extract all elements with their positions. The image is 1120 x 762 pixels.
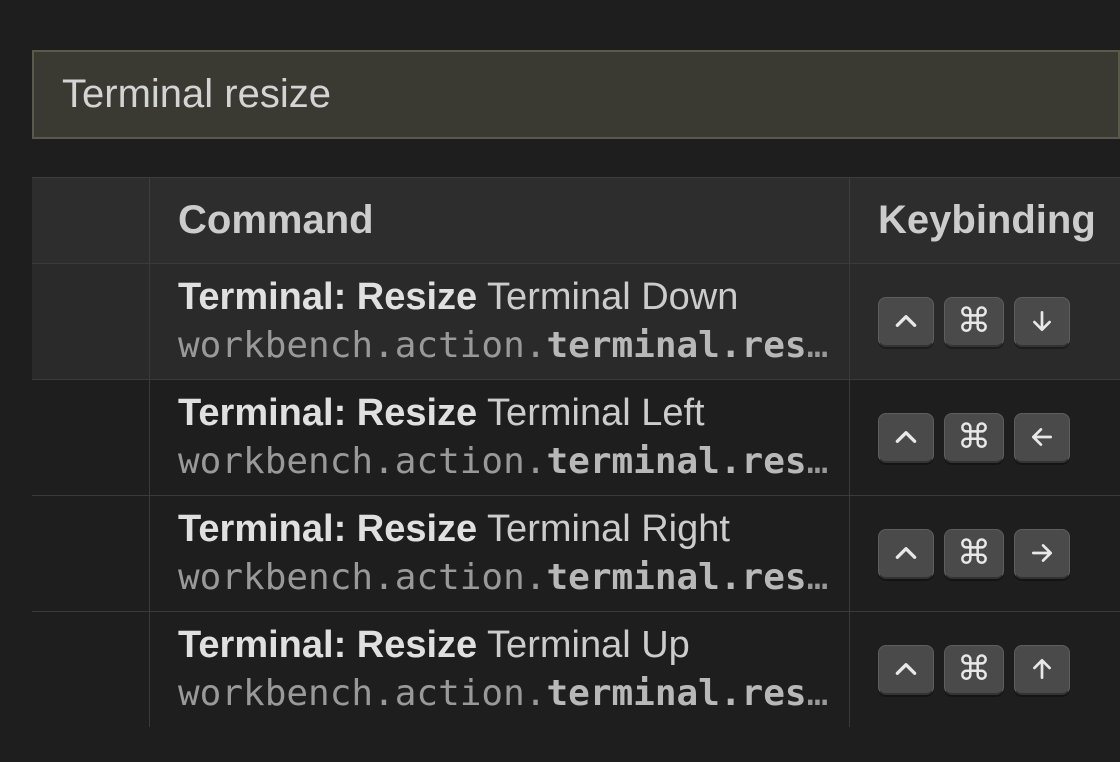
header-keybinding[interactable]: Keybinding <box>850 178 1120 263</box>
editor-tabs-strip <box>0 0 1120 10</box>
command-title-rest: Terminal Right <box>477 508 730 550</box>
command-id: workbench.action.terminal.resiz… <box>178 323 849 370</box>
row-gutter <box>32 264 150 379</box>
key-ctrl-icon <box>878 297 934 347</box>
command-title-rest: Terminal Up <box>477 624 690 666</box>
command-title-match: Terminal: Resize <box>178 276 477 318</box>
key-arrow-left-icon <box>1014 413 1070 463</box>
search-container <box>32 50 1120 139</box>
command-title-rest: Terminal Left <box>477 392 704 434</box>
keybinding-cell: ⌘ <box>850 380 1120 495</box>
key-arrow-up-icon <box>1014 645 1070 695</box>
key-cmd-icon: ⌘ <box>944 297 1004 347</box>
command-title: Terminal: Resize Terminal Down <box>178 273 849 322</box>
command-cell: Terminal: Resize Terminal Rightworkbench… <box>150 496 850 611</box>
command-id-match: terminal.resiz <box>546 557 849 598</box>
key-cmd-icon: ⌘ <box>944 529 1004 579</box>
command-id: workbench.action.terminal.resiz… <box>178 555 849 602</box>
header-gutter <box>32 178 150 263</box>
table-row[interactable]: Terminal: Resize Terminal Upworkbench.ac… <box>32 611 1120 727</box>
command-title-match: Terminal: Resize <box>178 392 477 434</box>
command-title-rest: Terminal Down <box>477 276 738 318</box>
key-arrow-right-icon <box>1014 529 1070 579</box>
header-command[interactable]: Command <box>150 178 850 263</box>
search-input[interactable] <box>32 50 1120 139</box>
keybinding-cell: ⌘ <box>850 496 1120 611</box>
key-arrow-down-icon <box>1014 297 1070 347</box>
row-gutter <box>32 496 150 611</box>
key-ctrl-icon <box>878 413 934 463</box>
row-gutter <box>32 612 150 727</box>
key-cmd-icon: ⌘ <box>944 413 1004 463</box>
command-title: Terminal: Resize Terminal Right <box>178 505 849 554</box>
keybindings-table: Command Keybinding Terminal: Resize Term… <box>32 177 1120 727</box>
command-title-match: Terminal: Resize <box>178 624 477 666</box>
table-header-row: Command Keybinding <box>32 177 1120 263</box>
row-gutter <box>32 380 150 495</box>
command-id-prefix: workbench.action. <box>178 441 546 482</box>
command-cell: Terminal: Resize Terminal Downworkbench.… <box>150 264 850 379</box>
table-row[interactable]: Terminal: Resize Terminal Rightworkbench… <box>32 495 1120 611</box>
command-cell: Terminal: Resize Terminal Upworkbench.ac… <box>150 612 850 727</box>
keybinding-cell: ⌘ <box>850 264 1120 379</box>
command-title: Terminal: Resize Terminal Up <box>178 621 849 670</box>
command-id-match: terminal.resiz <box>546 673 849 714</box>
table-row[interactable]: Terminal: Resize Terminal Leftworkbench.… <box>32 379 1120 495</box>
command-id-prefix: workbench.action. <box>178 557 546 598</box>
command-id-match: terminal.resiz <box>546 441 849 482</box>
command-id-prefix: workbench.action. <box>178 673 546 714</box>
key-ctrl-icon <box>878 645 934 695</box>
command-id: workbench.action.terminal.resiz… <box>178 439 849 486</box>
command-id: workbench.action.terminal.resiz… <box>178 671 849 718</box>
command-title: Terminal: Resize Terminal Left <box>178 389 849 438</box>
command-title-match: Terminal: Resize <box>178 508 477 550</box>
command-id-prefix: workbench.action. <box>178 325 546 366</box>
key-cmd-icon: ⌘ <box>944 645 1004 695</box>
command-id-match: terminal.resiz <box>546 325 849 366</box>
keybinding-cell: ⌘ <box>850 612 1120 727</box>
key-ctrl-icon <box>878 529 934 579</box>
table-row[interactable]: Terminal: Resize Terminal Downworkbench.… <box>32 263 1120 379</box>
command-cell: Terminal: Resize Terminal Leftworkbench.… <box>150 380 850 495</box>
